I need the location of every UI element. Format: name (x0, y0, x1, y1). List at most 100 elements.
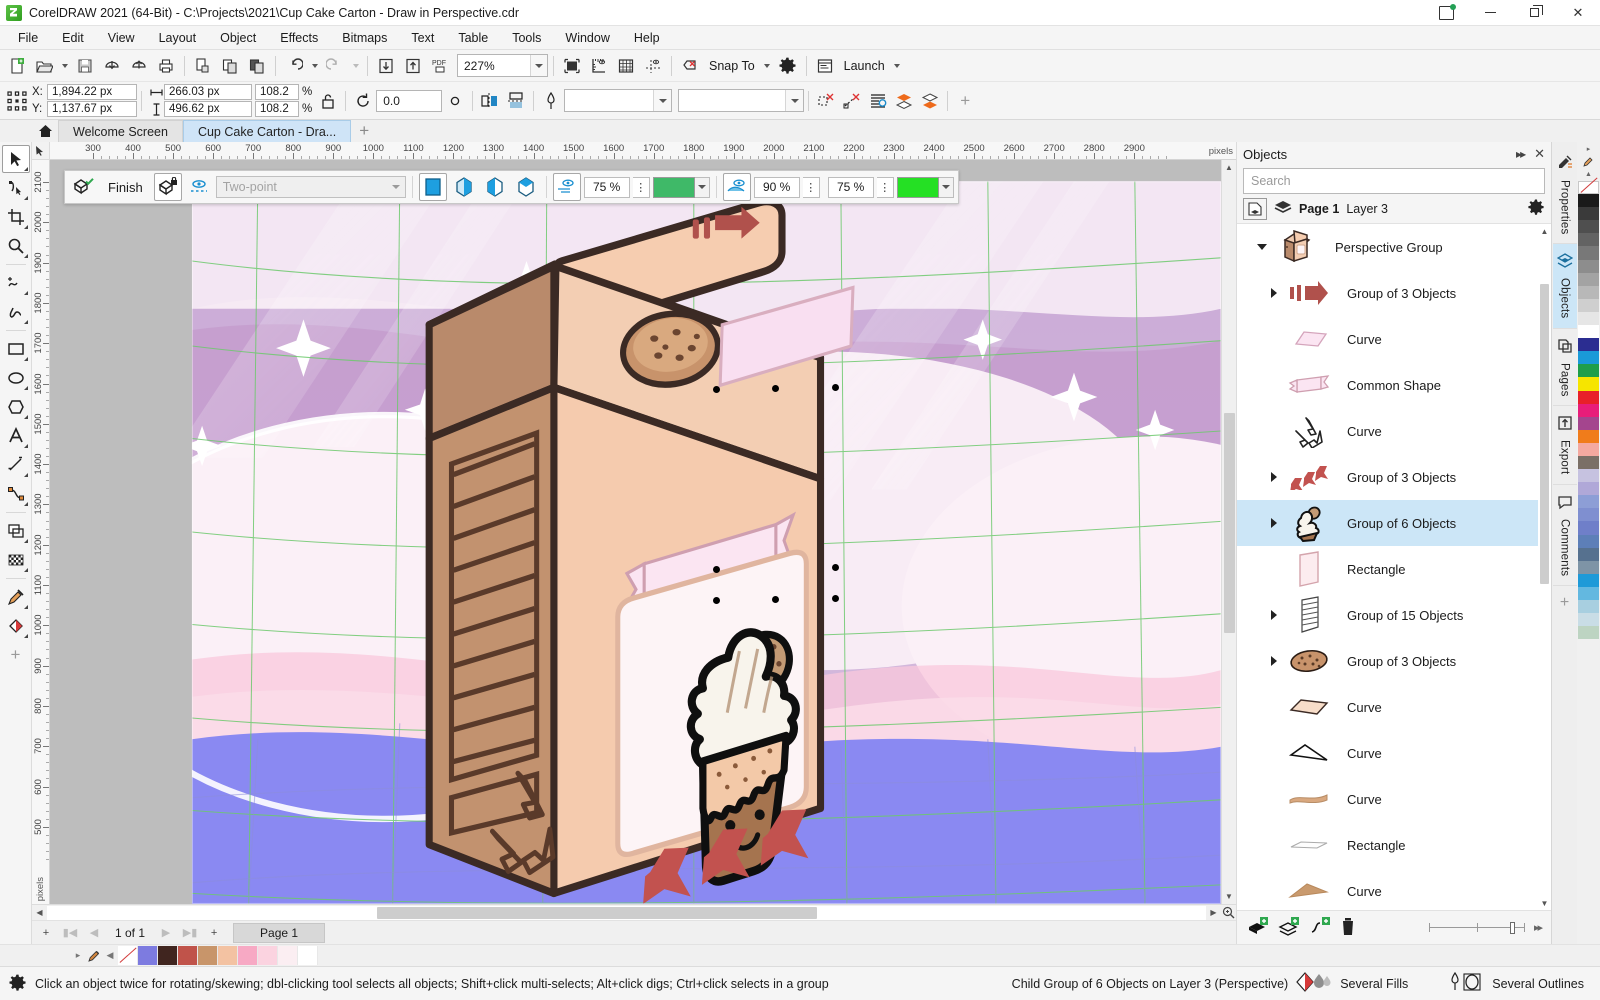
add-docker-button[interactable]: + (1560, 586, 1569, 612)
expander-icon[interactable] (1267, 608, 1281, 622)
add-page-after-button[interactable]: + (203, 923, 225, 943)
expander-icon[interactable] (1255, 240, 1269, 254)
outline-style-combo[interactable] (678, 89, 804, 112)
parallel-dimension-flyout-arrow[interactable] (24, 473, 28, 477)
palette-swatch[interactable] (1578, 404, 1599, 417)
last-page-button[interactable]: ▶▮ (179, 923, 201, 943)
list-item[interactable]: Curve (1237, 316, 1551, 362)
tab-cup-cake-carton[interactable]: Cup Cake Carton - Dra... (183, 120, 351, 142)
doc-palette-swatch[interactable] (158, 946, 178, 965)
send-backward-icon[interactable] (917, 88, 943, 114)
minimize-button[interactable] (1468, 0, 1512, 26)
outline-pen-icon[interactable] (538, 88, 564, 114)
first-page-button[interactable]: ▮◀ (59, 923, 81, 943)
polygon-tool-flyout-arrow[interactable] (24, 415, 28, 419)
list-item[interactable]: Rectangle (1237, 822, 1551, 868)
slider-knob[interactable] (1510, 922, 1515, 934)
palette-swatch[interactable] (1578, 220, 1599, 233)
palette-swatch[interactable] (1578, 430, 1599, 443)
field-opacity-value[interactable]: 75 % (584, 177, 630, 198)
doc-palette-flyout-arrow[interactable]: ▸ (70, 947, 86, 965)
outline-width-value[interactable] (565, 90, 653, 111)
grid-density-value[interactable]: 75 % (828, 177, 874, 198)
shape-tool-flyout-arrow[interactable] (24, 196, 28, 200)
selection-handle[interactable] (832, 564, 839, 571)
palette-swatch[interactable] (1578, 508, 1599, 521)
remove-outline-icon[interactable] (839, 88, 865, 114)
doc-palette-swatch[interactable] (278, 946, 298, 965)
doc-palette-swatch[interactable] (118, 946, 138, 965)
docker-scroll-down-arrow[interactable]: ▼ (1538, 896, 1551, 910)
close-button[interactable]: ✕ (1556, 0, 1600, 26)
field-color-swatch[interactable] (653, 177, 695, 198)
connector-tool[interactable] (2, 480, 30, 508)
crop-tool-flyout-arrow[interactable] (24, 225, 28, 229)
tab-welcome-screen[interactable]: Welcome Screen (58, 120, 183, 142)
show-guides-icon[interactable] (640, 53, 666, 79)
menu-bitmaps[interactable]: Bitmaps (330, 28, 399, 48)
new-object-icon[interactable] (1309, 916, 1331, 939)
vertical-scroll-thumb[interactable] (1224, 413, 1235, 633)
doc-palette-swatch[interactable] (238, 946, 258, 965)
palette-swatch[interactable] (1578, 626, 1599, 639)
menu-file[interactable]: File (6, 28, 50, 48)
palette-swatch[interactable] (1578, 495, 1599, 508)
doc-palette-swatch[interactable] (178, 946, 198, 965)
launch-dropdown-arrow[interactable] (891, 53, 904, 79)
palette-swatch[interactable] (1578, 286, 1599, 299)
selection-handle[interactable] (772, 596, 779, 603)
cut-icon[interactable] (190, 53, 216, 79)
eyedropper-tool-flyout-arrow[interactable] (24, 605, 28, 609)
snap-to-label[interactable]: Snap To (704, 59, 760, 73)
menu-table[interactable]: Table (446, 28, 500, 48)
plane-y-icon[interactable] (481, 173, 509, 201)
pick-tool[interactable] (2, 145, 30, 173)
list-item[interactable]: Curve (1237, 684, 1551, 730)
plane-all-icon[interactable] (419, 173, 447, 201)
mirror-horizontal-icon[interactable] (477, 88, 503, 114)
list-item[interactable]: Group of 3 Objects (1237, 638, 1551, 684)
rectangle-tool-flyout-arrow[interactable] (24, 357, 28, 361)
convert-outline-to-object-icon[interactable] (813, 88, 839, 114)
zoom-tool[interactable] (2, 232, 30, 260)
import-icon[interactable] (99, 53, 125, 79)
grid-color-swatch[interactable] (897, 177, 939, 198)
new-master-layer-icon[interactable] (1278, 916, 1300, 939)
perspective-type-combo[interactable]: Two-point (216, 176, 406, 198)
polygon-tool[interactable] (2, 393, 30, 421)
layer-depth-slider[interactable] (1429, 922, 1525, 934)
grid-color-dropdown-arrow[interactable] (939, 177, 954, 198)
fill-tool-flyout-arrow[interactable] (24, 634, 28, 638)
doc-palette-swatch[interactable] (258, 946, 278, 965)
plane-x-icon[interactable] (450, 173, 478, 201)
width-input[interactable]: 266.03 px (164, 84, 252, 100)
next-page-button[interactable]: ▶ (155, 923, 177, 943)
finish-label[interactable]: Finish (100, 180, 151, 195)
copy-icon[interactable] (217, 53, 243, 79)
docker-scrollbar[interactable]: ▲ ▼ (1538, 224, 1551, 910)
docker-options-gear-icon[interactable] (1527, 198, 1545, 219)
share-button[interactable] (1424, 0, 1468, 26)
palette-swatch[interactable] (1578, 535, 1599, 548)
docker-scroll-thumb[interactable] (1540, 284, 1549, 584)
doc-palette-swatch-list[interactable] (118, 946, 318, 965)
zoom-combo[interactable]: 227% (457, 54, 548, 77)
scale-width-input[interactable]: 108.2 (255, 84, 299, 100)
import-arrow-icon[interactable] (373, 53, 399, 79)
scale-height-input[interactable]: 108.2 (255, 101, 299, 117)
menu-text[interactable]: Text (399, 28, 446, 48)
perspective-grid-color[interactable] (897, 177, 954, 198)
palette-swatch[interactable] (1578, 299, 1599, 312)
palette-swatch[interactable] (1578, 273, 1599, 286)
selection-handle[interactable] (832, 384, 839, 391)
add-page-button[interactable]: + (35, 923, 57, 943)
scroll-left-arrow[interactable]: ◀ (32, 905, 47, 920)
dtab-export[interactable]: Export (1553, 406, 1577, 484)
show-grid-icon[interactable] (613, 53, 639, 79)
field-opacity-spinner[interactable]: ⋮ (633, 177, 650, 198)
expander-icon[interactable] (1267, 516, 1281, 530)
zoom-to-fit-icon[interactable] (1221, 905, 1236, 920)
horizontal-ruler[interactable]: pixels 300400500600700800900100011001200… (50, 142, 1236, 160)
drop-shadow-tool[interactable] (2, 517, 30, 545)
ruler-origin-button[interactable] (32, 142, 50, 160)
